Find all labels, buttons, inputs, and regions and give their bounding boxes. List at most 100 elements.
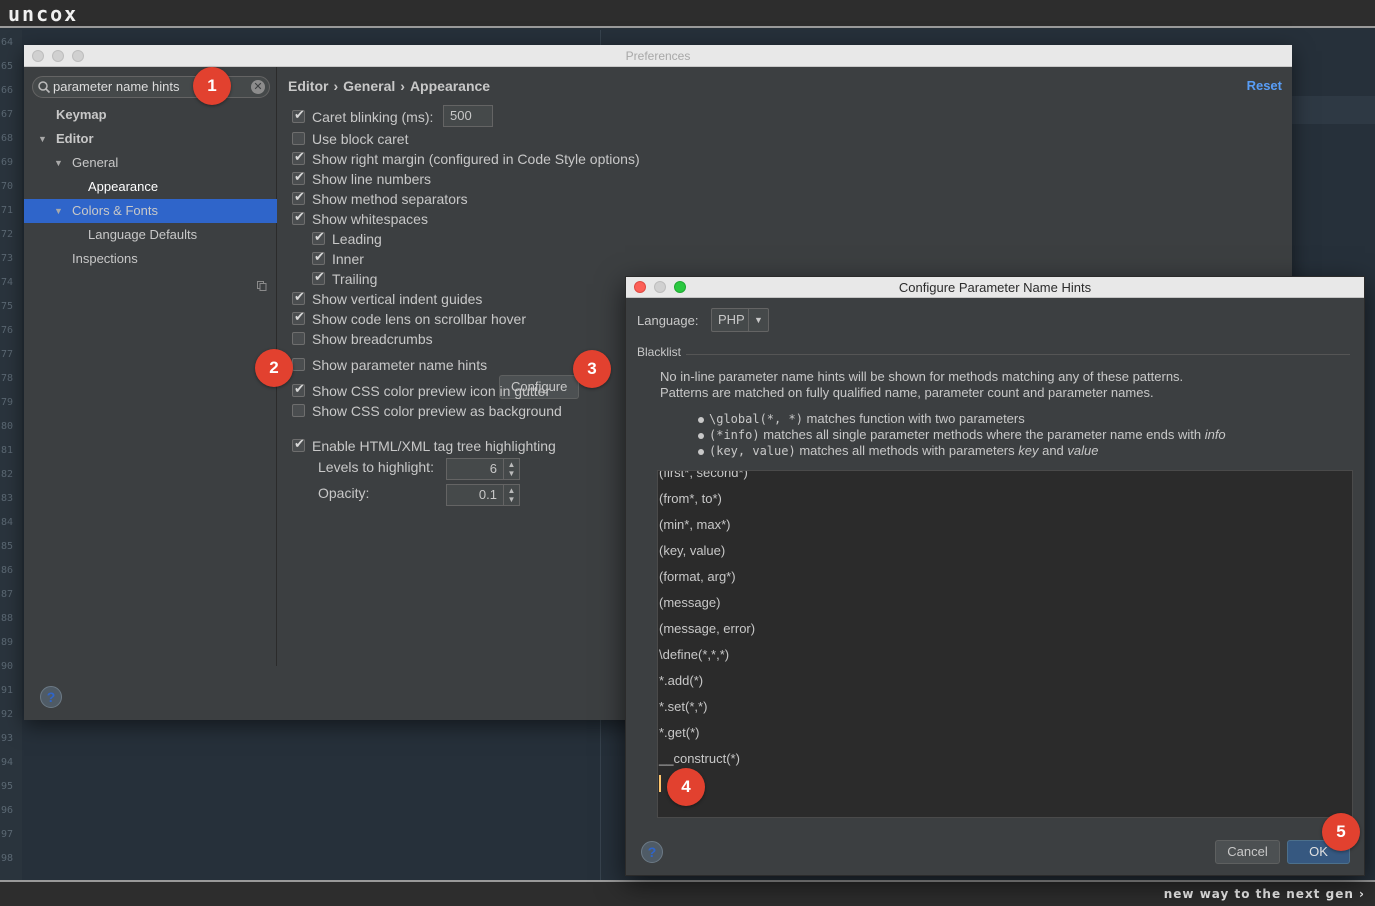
line-number: 87 <box>1 589 14 600</box>
tree-item-inspections[interactable]: Inspections <box>72 247 138 271</box>
line-number: 69 <box>1 157 14 168</box>
example-pattern: (*info) matches all single parameter met… <box>698 427 1226 442</box>
line-number: 97 <box>1 829 14 840</box>
stepper-arrows-icon[interactable]: ▲ ▼ <box>503 485 519 505</box>
tree-item-keymap[interactable]: Keymap <box>56 103 107 127</box>
checkbox[interactable] <box>292 132 305 145</box>
line-number: 81 <box>1 445 14 456</box>
line-number: 95 <box>1 781 14 792</box>
step-badge-3: 3 <box>573 350 611 388</box>
pattern-line[interactable]: (key, value) <box>659 541 725 561</box>
levels-label: Levels to highlight: <box>318 459 434 475</box>
pattern-line[interactable]: (min*, max*) <box>659 515 731 535</box>
checkbox[interactable] <box>292 404 305 417</box>
checkbox[interactable]: ✔ <box>312 269 325 285</box>
line-number: 65 <box>1 61 14 72</box>
step-badge-4: 4 <box>667 768 705 806</box>
language-value: PHP <box>718 312 745 327</box>
reset-link[interactable]: Reset <box>1247 78 1282 93</box>
tree-item-general[interactable]: General <box>72 151 118 175</box>
settings-search-input[interactable]: parameter name hints ✕ <box>32 76 270 98</box>
line-number: 89 <box>1 637 14 648</box>
step-badge-1: 1 <box>193 67 231 105</box>
checkbox[interactable]: ✔ <box>292 149 305 165</box>
checkmark-icon: ✔ <box>314 229 325 244</box>
line-number: 67 <box>1 109 14 120</box>
checkbox[interactable]: ✔ <box>292 107 305 123</box>
checkbox[interactable]: ✔ <box>292 189 305 205</box>
line-number: 96 <box>1 805 14 816</box>
line-number: 93 <box>1 733 14 744</box>
cancel-button[interactable]: Cancel <box>1215 840 1280 864</box>
settings-sidebar: parameter name hints ✕ Keymap ▼ Editor ▼… <box>24 67 277 666</box>
line-number: 75 <box>1 301 14 312</box>
line-number: 78 <box>1 373 14 384</box>
checkbox[interactable]: ✔ <box>292 209 305 225</box>
line-number: 92 <box>1 709 14 720</box>
language-select[interactable]: PHP ▼ <box>711 308 769 332</box>
tree-item-appearance[interactable]: Appearance <box>88 175 158 199</box>
line-number: 94 <box>1 757 14 768</box>
pattern-line[interactable]: (message) <box>659 593 720 613</box>
search-icon <box>38 81 51 94</box>
checkmark-icon: ✔ <box>294 149 305 164</box>
pattern-line[interactable]: (first*, second*) <box>659 471 748 483</box>
checkbox[interactable]: ✔ <box>312 249 325 265</box>
breadcrumb-appearance: Appearance <box>409 78 491 94</box>
pattern-line[interactable]: *.add(*) <box>659 671 703 691</box>
blacklist-description: No in-line parameter name hints will be … <box>660 369 1184 384</box>
tree-item-editor[interactable]: Editor <box>56 127 94 151</box>
clear-search-icon[interactable]: ✕ <box>251 80 265 94</box>
line-number: 77 <box>1 349 14 360</box>
line-number: 82 <box>1 469 14 480</box>
pattern-line[interactable]: (message, error) <box>659 619 755 639</box>
pattern-line[interactable]: __construct(*) <box>659 749 740 769</box>
stepper-arrows-icon[interactable]: ▲ ▼ <box>503 459 519 479</box>
checkbox[interactable]: ✔ <box>292 169 305 185</box>
tagline: new way to the next gen › <box>1163 887 1365 901</box>
line-number: 80 <box>1 421 14 432</box>
checkbox[interactable]: ✔ <box>312 229 325 245</box>
help-icon[interactable]: ? <box>641 841 663 863</box>
breadcrumb-general[interactable]: General <box>343 78 395 94</box>
blacklist-editor[interactable]: (first*, second*) (from*, to*) (min*, max*… <box>657 470 1353 818</box>
line-number: 83 <box>1 493 14 504</box>
bottom-banner: new way to the next gen › <box>0 880 1375 906</box>
checkmark-icon: ✔ <box>294 107 305 122</box>
checkbox[interactable] <box>292 332 305 345</box>
checkmark-icon: ✔ <box>294 289 305 304</box>
breadcrumb-editor[interactable]: Editor <box>288 78 328 94</box>
expand-arrow-icon[interactable]: ▼ <box>54 151 63 175</box>
line-number: 85 <box>1 541 14 552</box>
checkmark-icon: ✔ <box>294 209 305 224</box>
checkbox[interactable] <box>292 358 305 371</box>
checkbox[interactable]: ✔ <box>292 289 305 305</box>
expand-arrow-icon[interactable]: ▼ <box>54 199 63 223</box>
checkmark-icon: ✔ <box>314 249 325 264</box>
pattern-line[interactable]: (format, arg*) <box>659 567 736 587</box>
expand-arrow-icon[interactable]: ▼ <box>38 127 47 151</box>
caret-blinking-field[interactable]: 500 <box>443 105 493 127</box>
checkmark-icon: ✔ <box>314 269 325 284</box>
tree-item-language-defaults[interactable]: Language Defaults <box>88 223 197 247</box>
pattern-line[interactable]: *.get(*) <box>659 723 699 743</box>
line-number: 86 <box>1 565 14 576</box>
pattern-line[interactable]: (from*, to*) <box>659 489 722 509</box>
pattern-line[interactable]: \define(*,*,*) <box>659 645 729 665</box>
brand-logo: uncox <box>8 2 79 26</box>
levels-stepper[interactable]: 6 ▲ ▼ <box>446 458 520 480</box>
preferences-titlebar: Preferences <box>24 45 1292 67</box>
checkbox[interactable]: ✔ <box>292 381 305 397</box>
help-icon[interactable]: ? <box>40 686 62 708</box>
checkbox[interactable]: ✔ <box>292 309 305 325</box>
bullet-icon <box>698 448 704 455</box>
checkmark-icon: ✔ <box>294 436 305 451</box>
checkbox[interactable]: ✔ <box>292 436 305 452</box>
opacity-label: Opacity: <box>318 485 370 501</box>
opacity-stepper[interactable]: 0.1 ▲ ▼ <box>446 484 520 506</box>
dialog-title: Configure Parameter Name Hints <box>898 280 1092 295</box>
tree-item-colors-fonts[interactable]: Colors & Fonts <box>72 199 158 223</box>
pattern-line[interactable]: *.set(*,*) <box>659 697 707 717</box>
line-number: 84 <box>1 517 14 528</box>
search-query: parameter name hints <box>53 79 180 94</box>
